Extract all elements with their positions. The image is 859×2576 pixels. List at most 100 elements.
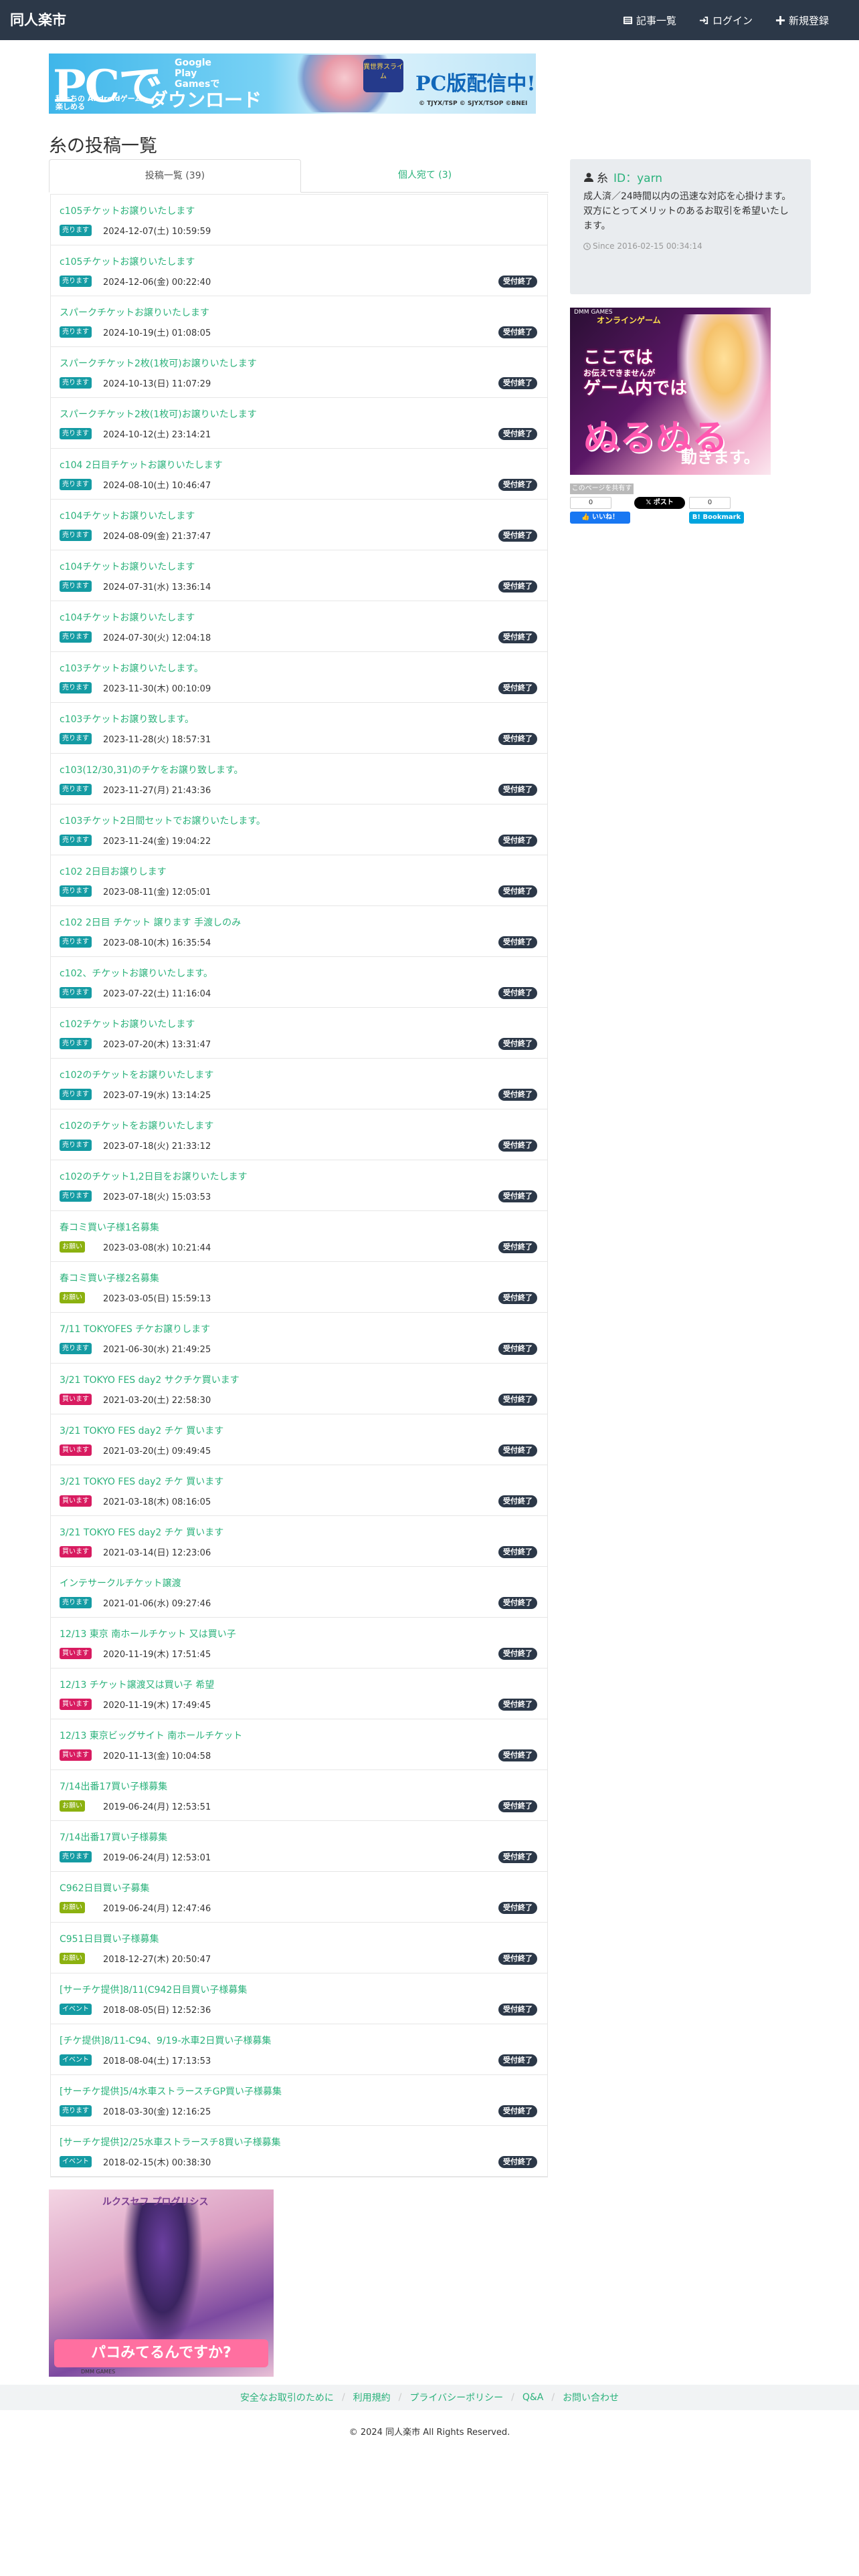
- facebook-like-button[interactable]: 👍 いいね！: [570, 512, 630, 524]
- post-title-link[interactable]: c105チケットお譲りいたします: [60, 204, 195, 217]
- post-row: c102のチケットをお譲りいたします 売ります 2023-07-18(火) 21…: [51, 1109, 547, 1160]
- post-title-link[interactable]: 7/14出番17買い子様募集: [60, 1830, 167, 1844]
- post-title-link[interactable]: c102のチケットをお譲りいたします: [60, 1068, 213, 1081]
- footer-link-privacy[interactable]: プライバシーポリシー: [409, 2391, 503, 2404]
- post-title-link[interactable]: C962日目買い子募集: [60, 1881, 150, 1895]
- nav-links: 記事一覧 ログイン 新規登録: [623, 0, 829, 40]
- status-badge: 受付終了: [498, 1902, 537, 1914]
- post-title-link[interactable]: [サーチケ提供]2/25水車ストラースチ8買い子様募集: [60, 2135, 281, 2149]
- post-title-link[interactable]: スパークチケット2枚(1枚可)お譲りいたします: [60, 407, 257, 421]
- share-label: このページを共有する: [570, 484, 634, 503]
- post-title-link[interactable]: C951日目買い子様募集: [60, 1932, 159, 1945]
- post-title-link[interactable]: c103チケットお譲りいたします。: [60, 661, 203, 675]
- ad-tagline-small: お伝えできませんが: [583, 368, 656, 378]
- nav-article-list[interactable]: 記事一覧: [623, 13, 676, 27]
- status-badge: 受付終了: [498, 987, 537, 999]
- ad-tagline-line: ゲーム内では: [583, 379, 688, 399]
- post-title-link[interactable]: インテサークルチケット譲渡: [60, 1576, 181, 1590]
- post-title-link[interactable]: c102 2日目お譲りします: [60, 865, 167, 878]
- post-type-badge: イベント: [60, 2054, 92, 2066]
- post-title-link[interactable]: 3/21 TOKYO FES day2 チケ 買います: [60, 1475, 223, 1488]
- post-date: 2023-11-30(木) 00:10:09: [103, 684, 211, 694]
- status-badge: 受付終了: [498, 580, 537, 593]
- status-badge: 受付終了: [498, 1343, 537, 1355]
- status-badge: 受付終了: [498, 2156, 537, 2168]
- post-row: C962日目買い子募集 お願い 2019-06-24(月) 12:47:46 受…: [51, 1872, 547, 1923]
- post-title-link[interactable]: 春コミ買い子様1名募集: [60, 1220, 159, 1234]
- tab-personal[interactable]: 個人宛て (3): [301, 159, 549, 193]
- bottom-ad-banner[interactable]: ルクスセフ プログリシス パコみてるんですか? DMM GAMES: [49, 2189, 274, 2377]
- footer-link-safety[interactable]: 安全なお取引のために: [240, 2391, 334, 2404]
- post-title-link[interactable]: c103チケットお譲り致します。: [60, 712, 194, 726]
- post-row: スパークチケット2枚(1枚可)お譲りいたします 売ります 2024-10-12(…: [51, 398, 547, 449]
- post-title-link[interactable]: c103チケット2日間セットでお譲りいたします。: [60, 814, 266, 827]
- post-title-link[interactable]: [チケ提供]8/11-C94、9/19-水車2日買い子様募集: [60, 2034, 271, 2047]
- post-title-link[interactable]: 12/13 東京ビッグサイト 南ホールチケット: [60, 1729, 242, 1742]
- post-title-link[interactable]: 7/14出番17買い子様募集: [60, 1780, 167, 1793]
- nav-login-label: ログイン: [712, 14, 753, 27]
- ad-tagline: ここでは お伝えできませんが ゲーム内では: [583, 348, 687, 399]
- status-badge: 受付終了: [498, 1597, 537, 1609]
- nav-login[interactable]: ログイン: [699, 13, 753, 27]
- post-date: 2018-08-04(土) 17:13:53: [103, 2056, 211, 2066]
- post-title-link[interactable]: 12/13 東京 南ホールチケット 又は買い子: [60, 1627, 236, 1640]
- post-title-link[interactable]: c102、チケットお譲りいたします。: [60, 966, 213, 980]
- post-date: 2023-07-18(火) 15:03:53: [103, 1192, 211, 1202]
- post-title-link[interactable]: 3/21 TOKYO FES day2 チケ 買います: [60, 1525, 223, 1539]
- status-badge: 受付終了: [498, 631, 537, 643]
- post-title-link[interactable]: [サーチケ提供]8/11(C942日目買い子様募集: [60, 1983, 247, 1996]
- post-title-link[interactable]: c102のチケットをお譲りいたします: [60, 1119, 213, 1132]
- post-title-link[interactable]: 3/21 TOKYO FES day2 サクチケ買います: [60, 1373, 240, 1386]
- post-title-link[interactable]: c102のチケット1,2日目をお譲りいたします: [60, 1170, 248, 1183]
- post-type-badge: お願い: [60, 1953, 85, 1964]
- footer-link-contact[interactable]: お問い合わせ: [563, 2391, 619, 2404]
- banner-gp-line: Google: [175, 58, 212, 68]
- post-title-link[interactable]: c102 2日目 チケット 譲ります 手渡しのみ: [60, 916, 241, 929]
- navbar: 同人楽市 記事一覧 ログイン 新規登録: [0, 0, 859, 40]
- post-row: c102のチケットをお譲りいたします 売ります 2023-07-19(水) 13…: [51, 1059, 547, 1109]
- post-type-badge: イベント: [60, 2004, 92, 2015]
- post-row: 3/21 TOKYO FES day2 チケ 買います 買います 2021-03…: [51, 1516, 547, 1567]
- status-badge: 受付終了: [498, 1851, 537, 1863]
- footer-link-faq[interactable]: Q&A: [522, 2392, 544, 2403]
- post-title-link[interactable]: スパークチケットお譲りいたします: [60, 306, 209, 319]
- nav-register[interactable]: 新規登録: [775, 13, 829, 27]
- tab-post-list[interactable]: 投稿一覧 (39): [49, 159, 301, 193]
- post-title-link[interactable]: 12/13 チケット譲渡又は買い子 希望: [60, 1678, 214, 1691]
- post-title-link[interactable]: c104チケットお譲りいたします: [60, 560, 195, 573]
- status-badge: 受付終了: [498, 1089, 537, 1101]
- brand-logo[interactable]: 同人楽市: [10, 0, 66, 40]
- sidebar-ad-banner[interactable]: DMM GAMES オンラインゲーム ここでは お伝えできませんが ゲーム内では…: [570, 308, 771, 475]
- post-date: 2023-08-11(金) 12:05:01: [103, 887, 211, 897]
- user-bio: 成人済／24時間以内の迅速な対応を心掛けます。双方にとってメリットのあるお取引を…: [583, 191, 791, 231]
- x-icon: 𝕏: [646, 499, 652, 506]
- post-title-link[interactable]: c104 2日目チケットお譲りいたします: [60, 458, 223, 471]
- post-date: 2023-11-28(火) 18:57:31: [103, 735, 211, 745]
- post-title-link[interactable]: c104チケットお譲りいたします: [60, 509, 195, 522]
- post-title-link[interactable]: c103(12/30,31)のチケをお譲り致します。: [60, 763, 244, 776]
- post-row: c104チケットお譲りいたします 売ります 2024-07-30(火) 12:0…: [51, 601, 547, 652]
- post-type-badge: 買います: [60, 1648, 92, 1659]
- x-post-button[interactable]: 𝕏 ポスト: [634, 497, 685, 509]
- post-title-link[interactable]: 春コミ買い子様2名募集: [60, 1271, 159, 1285]
- post-title-link[interactable]: 3/21 TOKYO FES day2 チケ 買います: [60, 1424, 223, 1437]
- post-title-link[interactable]: c105チケットお譲りいたします: [60, 255, 195, 268]
- page-title: 糸の投稿一覧: [49, 136, 157, 156]
- status-badge: 受付終了: [498, 428, 537, 440]
- post-row: c104チケットお譲りいたします 売ります 2024-08-09(金) 21:3…: [51, 500, 547, 550]
- post-row: c105チケットお譲りいたします 売ります 2024-12-06(金) 00:2…: [51, 245, 547, 296]
- post-date: 2023-08-10(木) 16:35:54: [103, 938, 211, 948]
- post-title-link[interactable]: [サーチケ提供]5/4水車ストラースチGP買い子様募集: [60, 2084, 282, 2098]
- post-title-link[interactable]: 7/11 TOKYOFES チケお譲りします: [60, 1322, 210, 1335]
- footer-separator: /: [398, 2392, 402, 2403]
- status-badge: 受付終了: [498, 1190, 537, 1202]
- post-title-link[interactable]: c104チケットお譲りいたします: [60, 611, 195, 624]
- clock-icon: [583, 242, 591, 250]
- banner-sub-line: 楽しめる: [56, 102, 85, 111]
- footer-link-terms[interactable]: 利用規約: [353, 2391, 391, 2404]
- top-ad-banner[interactable]: PCで Google Play Gamesで ダウンロード 私たちの Andro…: [49, 53, 536, 114]
- post-title-link[interactable]: c102チケットお譲りいたします: [60, 1017, 195, 1031]
- ad-header: オンラインゲーム: [597, 316, 661, 325]
- hatena-bookmark-button[interactable]: B! Bookmark: [689, 512, 744, 524]
- post-title-link[interactable]: スパークチケット2枚(1枚可)お譲りいたします: [60, 356, 257, 370]
